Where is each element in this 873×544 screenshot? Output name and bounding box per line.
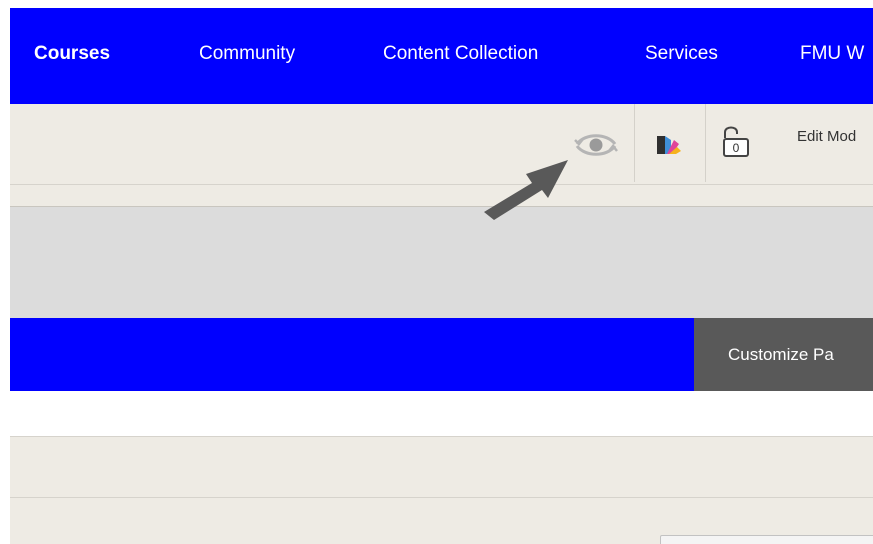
lock-icon[interactable]: 0 [720,122,754,160]
toolbar-separator [705,104,706,182]
toolbar-separator [634,104,635,182]
tab-content-collection-label: Content Collection [383,43,539,64]
tab-fmu[interactable]: FMU W [800,8,864,104]
notification-button-clip-top [660,535,873,544]
tab-community[interactable]: Community [199,8,295,104]
tab-courses[interactable]: Courses [34,8,110,104]
color-palette-icon[interactable] [656,134,682,156]
edit-mode-toggle[interactable]: Edit Mod [797,128,873,145]
lock-count: 0 [733,141,740,155]
course-header-area [10,207,873,318]
tab-services[interactable]: Services [645,8,718,104]
tab-community-label: Community [199,43,296,64]
course-toolbar: 0 Edit Mod [10,104,873,185]
content-header [10,436,873,498]
customize-page-button[interactable]: Customize Pa [694,318,873,391]
breadcrumb-bar [10,185,873,207]
tab-courses-label: Courses [34,43,111,64]
tab-content-collection[interactable]: Content Collection [383,8,538,104]
tab-services-label: Services [645,43,718,64]
top-navigation: Courses Community Content Collection Ser… [10,8,873,104]
left-margin [0,0,10,544]
tab-fmu-label: FMU W [800,43,865,64]
pointer-arrow-icon [484,160,568,220]
